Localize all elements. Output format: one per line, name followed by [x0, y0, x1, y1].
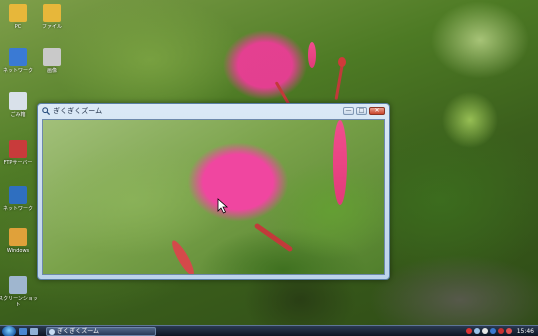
network-share-icon: [9, 186, 27, 204]
minimize-button[interactable]: —: [343, 107, 354, 115]
wallpaper-bud: [338, 57, 346, 67]
desktop-icon-label: Windows: [6, 248, 30, 254]
desktop-icon-label: ネットワーク: [2, 68, 33, 74]
desktop-icon-label: ネットワーク: [2, 206, 33, 212]
computer-icon: [9, 4, 27, 22]
tray-volume-icon[interactable]: [481, 328, 488, 334]
image-file-icon: [43, 48, 61, 66]
ftp-icon: [9, 140, 27, 158]
desktop-icon-windows[interactable]: Windows: [0, 228, 40, 254]
windows-icon: [9, 228, 27, 246]
desktop-icon-network-share[interactable]: ネットワーク: [0, 186, 40, 212]
magnified-bud: [333, 120, 347, 205]
desktop-icon-image[interactable]: 画像: [30, 48, 74, 74]
desktop-icon-screenshot[interactable]: スクリーンショット: [0, 276, 40, 308]
window-title-bar[interactable]: ぎくぎくズーム — □ ✕: [38, 104, 389, 118]
system-tray: 15:46: [464, 327, 538, 336]
recycle-bin-icon: [9, 92, 27, 110]
quick-launch-desktop-icon[interactable]: [19, 327, 27, 335]
tray-network-icon[interactable]: [473, 328, 480, 334]
magnified-bud: [168, 238, 198, 274]
magnifier-window[interactable]: ぎくぎくズーム — □ ✕: [37, 103, 390, 280]
desktop-icon-label: スクリーンショット: [0, 296, 38, 308]
magnified-stem: [253, 222, 294, 253]
tray-red-icon[interactable]: [497, 328, 504, 334]
network-icon: [9, 48, 27, 66]
magnifier-icon: [42, 107, 50, 115]
desktop-icon-label: ファイル: [41, 24, 62, 30]
tray-red-icon[interactable]: [465, 328, 472, 334]
folder-icon: [43, 4, 61, 22]
desktop-icon-folder[interactable]: ファイル: [30, 4, 74, 30]
close-button[interactable]: ✕: [369, 107, 385, 115]
quick-launch-switch-icon[interactable]: [30, 327, 38, 335]
desktop-icon-recycle-bin[interactable]: ごみ箱: [0, 92, 40, 118]
window-title: ぎくぎくズーム: [53, 107, 103, 115]
magnifier-icon: [49, 328, 55, 335]
tray-blue-icon[interactable]: [489, 328, 496, 334]
desktop-icon-label: 画像: [46, 68, 57, 74]
tray-shield-icon[interactable]: [505, 328, 512, 334]
desktop-icon-label: PC: [14, 24, 22, 30]
taskbar: ぎくぎくズーム 15:46: [0, 325, 538, 336]
mouse-cursor-icon: [217, 198, 229, 214]
maximize-button[interactable]: □: [356, 107, 367, 115]
start-button[interactable]: [2, 325, 16, 336]
screenshot-icon: [9, 276, 27, 294]
taskbar-button-label: ぎくぎくズーム: [57, 327, 100, 335]
taskbar-button-magnifier[interactable]: ぎくぎくズーム: [46, 326, 156, 336]
magnified-view[interactable]: [42, 119, 385, 275]
wallpaper-bud: [308, 42, 316, 68]
clock[interactable]: 15:46: [517, 328, 534, 335]
desktop-icon-ftp[interactable]: FTPサーバー: [0, 140, 40, 166]
desktop-icon-label: ごみ箱: [10, 112, 26, 118]
desktop-icon-label: FTPサーバー: [3, 160, 33, 166]
